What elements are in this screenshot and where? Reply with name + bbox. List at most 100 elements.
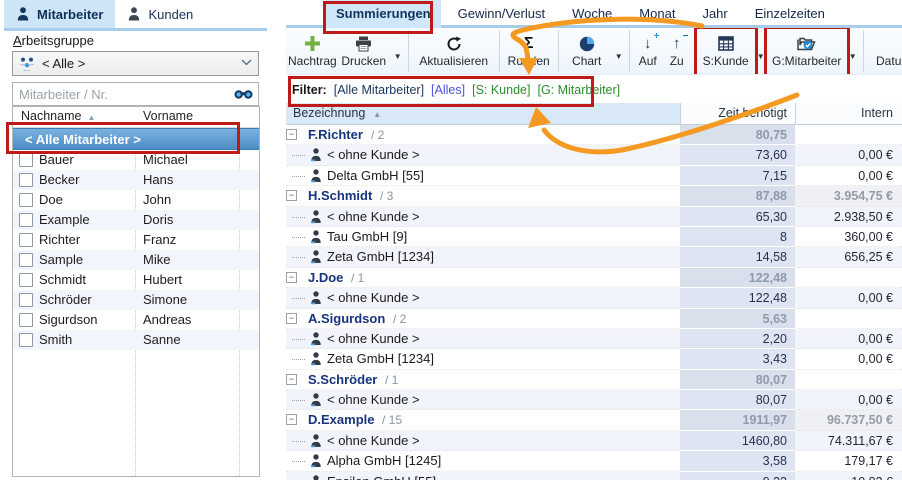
zeit-cell: 2,20	[680, 329, 795, 349]
row-checkbox[interactable]	[19, 153, 33, 167]
employee-row[interactable]: ExampleDoris	[13, 210, 259, 230]
customer-name: Zeta GmbH [1234]	[327, 349, 434, 369]
row-checkbox[interactable]	[19, 213, 33, 227]
zeit-cell: 65,30	[680, 207, 795, 227]
datum-button[interactable]: Datu	[867, 28, 902, 74]
filter-segment[interactable]: [Alles]	[431, 83, 465, 97]
g-mitarbeiter-button[interactable]: G:Mitarbeiter	[768, 28, 846, 74]
chart-dropdown-caret[interactable]: ▼	[612, 28, 626, 74]
filter-segment[interactable]: [S: Kunde]	[472, 83, 530, 97]
tab-einzelzeiten[interactable]: Einzelzeiten	[745, 0, 835, 28]
summary-child-row[interactable]: Zeta GmbH [1234]3,430,00 €	[286, 349, 902, 369]
summary-group-row[interactable]: −H.Schmidt/ 387,883.954,75 €	[286, 186, 902, 206]
column-header-bezeichnung[interactable]: Bezeichnung▲	[286, 103, 680, 124]
employee-row[interactable]: SmithSanne	[13, 330, 259, 350]
row-checkbox[interactable]	[19, 293, 33, 307]
column-header-zeit[interactable]: Zeit benötigt	[680, 103, 795, 124]
chart-button[interactable]: Chart	[562, 28, 612, 74]
filter-segments: [Alle Mitarbeiter] [Alles] [S: Kunde] [G: M…	[334, 83, 620, 97]
tab-kunden[interactable]: Kunden	[115, 0, 205, 28]
employee-row[interactable]: RichterFranz	[13, 230, 259, 250]
column-header-vorname[interactable]: Vorname	[143, 109, 193, 123]
filter-segment[interactable]: [Alle Mitarbeiter]	[334, 83, 424, 97]
employee-row[interactable]: BauerMichael	[13, 150, 259, 170]
row-checkbox[interactable]	[19, 313, 33, 327]
runden-button[interactable]: Σ Runden	[503, 28, 555, 74]
bezeichnung-cell: −H.Schmidt/ 3	[286, 186, 680, 206]
nachtrag-button[interactable]: Nachtrag	[288, 28, 337, 74]
summary-group-row[interactable]: −D.Example/ 151911,9796.737,50 €	[286, 410, 902, 430]
all-employees-row[interactable]: < Alle Mitarbeiter >	[13, 128, 259, 150]
binoculars-icon[interactable]	[234, 89, 253, 100]
tab-monat[interactable]: Monat	[629, 0, 685, 28]
customer-name: Delta GmbH [55]	[327, 166, 424, 186]
customer-name: Tau GmbH [9]	[327, 227, 407, 247]
row-checkbox[interactable]	[19, 233, 33, 247]
collapse-toggle-icon[interactable]: −	[286, 272, 297, 283]
tree-connector	[292, 176, 305, 177]
intern-cell: 96.737,50 €	[795, 410, 902, 430]
summary-child-row[interactable]: Epsilon GmbH [55]0,2210,83 €	[286, 472, 902, 480]
employee-row[interactable]: SigurdsonAndreas	[13, 310, 259, 330]
filter-segment[interactable]: [G: Mitarbeiter]	[537, 83, 620, 97]
drucken-button[interactable]: Drucken	[337, 28, 391, 74]
zeit-cell: 1911,97	[680, 410, 795, 430]
customer-name: Zeta GmbH [1234]	[327, 247, 434, 267]
aktualisieren-button[interactable]: Aktualisieren	[412, 28, 496, 74]
summary-child-row[interactable]: < ohne Kunde >122,480,00 €	[286, 288, 902, 308]
tab-summierungen[interactable]: Summierungen	[326, 0, 441, 28]
employee-row[interactable]: BeckerHans	[13, 170, 259, 190]
employee-row[interactable]: DoeJohn	[13, 190, 259, 210]
row-checkbox[interactable]	[19, 333, 33, 347]
g-mitarbeiter-dropdown-caret[interactable]: ▼	[846, 28, 860, 74]
employee-row[interactable]: SchmidtHubert	[13, 270, 259, 290]
employee-table-header: Nachname▲ Vorname	[13, 107, 259, 128]
vorname-cell: Franz	[143, 230, 176, 250]
summary-group-row[interactable]: −S.Schröder/ 180,07	[286, 370, 902, 390]
auf-button[interactable]: ↓+ Auf	[633, 28, 663, 74]
summary-child-row[interactable]: Delta GmbH [55]7,150,00 €	[286, 166, 902, 186]
employee-row[interactable]: SampleMike	[13, 250, 259, 270]
intern-cell: 0,00 €	[795, 390, 902, 410]
tab-jahr[interactable]: Jahr	[692, 0, 737, 28]
search-input[interactable]	[13, 87, 234, 102]
summary-child-row[interactable]: < ohne Kunde >80,070,00 €	[286, 390, 902, 410]
collapse-toggle-icon[interactable]: −	[286, 313, 297, 324]
column-header-intern[interactable]: Intern	[795, 103, 902, 124]
folder-check-icon	[797, 34, 816, 53]
row-checkbox[interactable]	[19, 273, 33, 287]
summary-child-row[interactable]: Tau GmbH [9]8360,00 €	[286, 227, 902, 247]
row-checkbox[interactable]	[19, 173, 33, 187]
s-kunde-dropdown-caret[interactable]: ▼	[754, 28, 768, 74]
person-icon	[16, 7, 30, 21]
summary-child-row[interactable]: < ohne Kunde >1460,8074.311,67 €	[286, 431, 902, 451]
collapse-toggle-icon[interactable]: −	[286, 374, 297, 385]
nachname-cell: Becker	[39, 170, 79, 190]
summary-child-row[interactable]: < ohne Kunde >65,302.938,50 €	[286, 207, 902, 227]
row-checkbox[interactable]	[19, 193, 33, 207]
tab-gewinn-verlust[interactable]: Gewinn/Verlust	[448, 0, 555, 28]
tab-mitarbeiter[interactable]: Mitarbeiter	[4, 0, 115, 28]
summary-child-row[interactable]: Zeta GmbH [1234]14,58656,25 €	[286, 247, 902, 267]
summary-child-row[interactable]: < ohne Kunde >2,200,00 €	[286, 329, 902, 349]
zu-button[interactable]: ↑− Zu	[663, 28, 691, 74]
collapse-toggle-icon[interactable]: −	[286, 190, 297, 201]
drucken-dropdown-caret[interactable]: ▼	[391, 28, 405, 74]
row-checkbox[interactable]	[19, 253, 33, 267]
summary-child-row[interactable]: < ohne Kunde >73,600,00 €	[286, 145, 902, 165]
summary-child-row[interactable]: Alpha GmbH [1245]3,58179,17 €	[286, 451, 902, 471]
s-kunde-button[interactable]: S:Kunde	[698, 28, 754, 74]
employee-table: Nachname▲ Vorname < Alle Mitarbeiter > B…	[12, 106, 260, 477]
column-header-nachname[interactable]: Nachname▲	[21, 109, 95, 123]
employee-row[interactable]: SchröderSimone	[13, 290, 259, 310]
collapse-toggle-icon[interactable]: −	[286, 414, 297, 425]
workgroup-select[interactable]: < Alle >	[12, 51, 259, 76]
chevron-down-icon[interactable]	[241, 58, 252, 69]
main-tab-strip: SummierungenGewinn/VerlustWocheMonatJahr…	[286, 0, 902, 28]
summary-group-row[interactable]: −A.Sigurdson/ 25,63	[286, 309, 902, 329]
employee-search	[12, 82, 259, 106]
collapse-toggle-icon[interactable]: −	[286, 129, 297, 140]
tab-woche[interactable]: Woche	[562, 0, 622, 28]
summary-group-row[interactable]: −F.Richter/ 280,75	[286, 125, 902, 145]
summary-group-row[interactable]: −J.Doe/ 1122,48	[286, 268, 902, 288]
